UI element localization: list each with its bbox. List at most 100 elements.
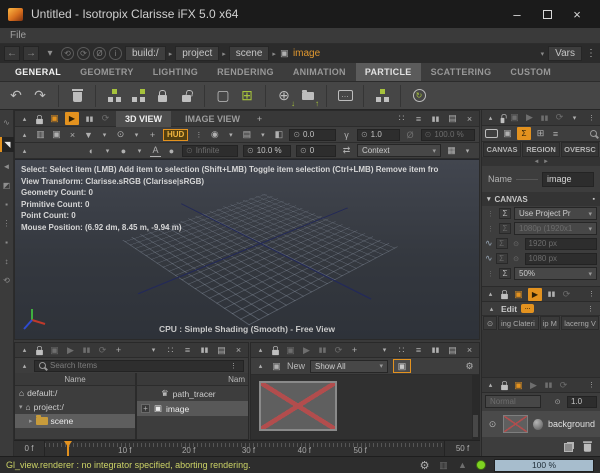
curve-icon[interactable]: ∿ [485, 253, 493, 264]
more-tools-icon[interactable]: ⋮ [3, 219, 11, 228]
lock-icon[interactable] [501, 117, 505, 122]
transform-button[interactable]: ⊞ [239, 86, 255, 106]
close-button[interactable]: × [562, 1, 592, 27]
new-layer-icon[interactable] [564, 442, 574, 452]
sigma-chip-icon[interactable]: Σ [499, 268, 511, 279]
column-header[interactable]: lacerng V [561, 316, 599, 330]
add-attribute-icon[interactable]: ⊞ [535, 128, 546, 140]
unlock-button[interactable] [178, 86, 194, 106]
visibility-column-icon[interactable]: ⊙ [483, 316, 497, 330]
viewport-3d-canvas[interactable]: Select: Select item (LMB) Add item to se… [15, 159, 479, 339]
snapshot-icon[interactable]: ▣ [513, 288, 524, 300]
layout-monitor-icon[interactable]: ▤ [447, 113, 458, 125]
visibility-dropdown-icon[interactable]: ▾ [131, 129, 142, 141]
node-editor-button[interactable] [374, 86, 390, 106]
collapse-icon[interactable]: ▴ [485, 288, 496, 300]
lock-icon[interactable] [272, 350, 279, 355]
sum-mode-button[interactable]: Σ [517, 127, 531, 140]
scroll-right-icon[interactable]: ◄ [543, 159, 549, 165]
geometry-button[interactable]: ▢ [215, 86, 231, 106]
maximize-button[interactable] [532, 1, 562, 27]
pause-button[interactable]: ▮▮ [81, 344, 92, 356]
collapse-icon[interactable]: ▴ [19, 344, 30, 356]
history-back-icon[interactable]: ⟲ [61, 47, 74, 60]
expand-plus-icon[interactable]: + [141, 404, 150, 413]
resolution-preset-dropdown[interactable]: Use Project Pr▾ [514, 207, 597, 220]
panel-dropdown-icon[interactable]: ▾ [569, 112, 580, 124]
select-tool-icon[interactable]: ◥ [0, 137, 14, 152]
layout-rows-icon[interactable]: ≡ [182, 344, 193, 356]
refresh-button[interactable]: ⟳ [97, 344, 108, 356]
close-panel-icon[interactable]: × [464, 113, 475, 125]
more-options-icon[interactable]: ⋮ [193, 129, 204, 141]
layout-grid-icon[interactable]: ∷ [396, 344, 407, 356]
search-box[interactable]: ⋮ [34, 360, 244, 372]
curve-icon[interactable]: ∿ [485, 238, 493, 249]
snapshot-icon[interactable]: ▣ [513, 379, 524, 391]
shading-dropdown-icon[interactable]: ▾ [225, 129, 236, 141]
layout-grid-icon[interactable]: ∷ [165, 344, 176, 356]
expand-icon[interactable]: ▸ [29, 417, 33, 425]
grid-dropdown-icon[interactable]: ▾ [462, 145, 473, 157]
breadcrumb-build[interactable]: build:/ [125, 46, 166, 61]
subsample-field[interactable]: ⊙10.0 % [243, 145, 291, 157]
collapse-icon[interactable]: ▴ [485, 379, 496, 391]
snapshot-icon[interactable]: ▣ [49, 113, 60, 125]
lighting-ball-icon[interactable]: ● [166, 145, 177, 157]
refresh-button[interactable]: ⟳ [554, 112, 565, 124]
tab-region[interactable]: REGION [522, 142, 560, 157]
disabled-icon[interactable]: Ø [405, 129, 416, 141]
tab-3d-view[interactable]: 3D VIEW [116, 111, 171, 127]
panel-dropdown-icon[interactable]: ▾ [148, 344, 159, 356]
vars-menu-icon[interactable]: ⋮ [586, 48, 596, 59]
timeline-end-frame[interactable]: 50 f [445, 441, 480, 456]
list-item-path-tracer[interactable]: ♛ path_tracer [137, 386, 248, 401]
lock-button[interactable] [154, 86, 170, 106]
playhead[interactable] [67, 441, 69, 456]
undo-button[interactable]: ↶ [8, 86, 24, 106]
collapse-icon[interactable]: ▴ [255, 360, 266, 372]
layout-grid-icon[interactable]: ∷ [396, 113, 407, 125]
layer-visibility-icon[interactable]: ⊙ [487, 418, 498, 430]
breadcrumb-scene[interactable]: scene [229, 46, 270, 61]
collapse-icon[interactable]: ▴ [19, 360, 30, 372]
context-dropdown[interactable]: Context▾ [357, 144, 441, 157]
menu-file[interactable]: File [10, 30, 26, 41]
shading-list-empty[interactable] [482, 330, 600, 377]
opacity-field[interactable]: 1.0 [567, 396, 597, 408]
crop-tool-icon[interactable]: ◩ [3, 181, 11, 190]
lock-icon[interactable] [36, 118, 43, 123]
save-view-icon[interactable]: ▥ [35, 129, 46, 141]
image-icon[interactable]: ▣ [51, 129, 62, 141]
snapshot-icon[interactable]: ▣ [285, 344, 296, 356]
grid-options-icon[interactable]: ▦ [446, 145, 457, 157]
search-input[interactable] [50, 361, 224, 370]
tab-scattering[interactable]: SCATTERING [422, 63, 501, 81]
breadcrumb-separator-icon[interactable]: ▸ [169, 50, 173, 58]
column-header[interactable]: ing Clateri [498, 316, 539, 330]
snapshot-icon[interactable]: ▣ [49, 344, 60, 356]
image-badge-icon[interactable]: ▣ [502, 128, 513, 140]
delete-button[interactable] [69, 86, 85, 106]
section-collapse-icon[interactable]: ▾ [487, 195, 491, 203]
panel-dropdown-icon[interactable]: ▾ [379, 344, 390, 356]
gamma-icon[interactable]: γ [341, 129, 352, 141]
play-button[interactable]: ▶ [301, 344, 312, 356]
gamma-field[interactable]: ⊙1.0 [357, 129, 400, 141]
timeline-start-frame[interactable]: 0 f [14, 441, 44, 456]
edit-badge-icon[interactable]: … [521, 304, 534, 313]
layout-monitor-icon[interactable]: ▤ [216, 344, 227, 356]
play-button[interactable]: ▶ [528, 379, 539, 391]
import-button[interactable]: ⊕↓ [276, 86, 292, 106]
resize-tool-icon[interactable]: ↕ [5, 257, 9, 266]
display-dropdown-icon[interactable]: ▾ [257, 129, 268, 141]
zoom-field[interactable]: ⊙100.0 % [421, 129, 475, 141]
tab-geometry[interactable]: GEOMETRY [71, 63, 143, 81]
layout-columns-icon[interactable]: ▮▮ [430, 344, 441, 356]
refresh-button[interactable]: ⟳ [561, 288, 572, 300]
antialias-icon[interactable]: A [150, 145, 161, 157]
tab-general[interactable]: GENERAL [6, 63, 70, 81]
image-list-scrollbar[interactable] [472, 375, 479, 439]
pause-button[interactable]: ▮▮ [543, 379, 554, 391]
lock-icon[interactable] [36, 350, 43, 355]
